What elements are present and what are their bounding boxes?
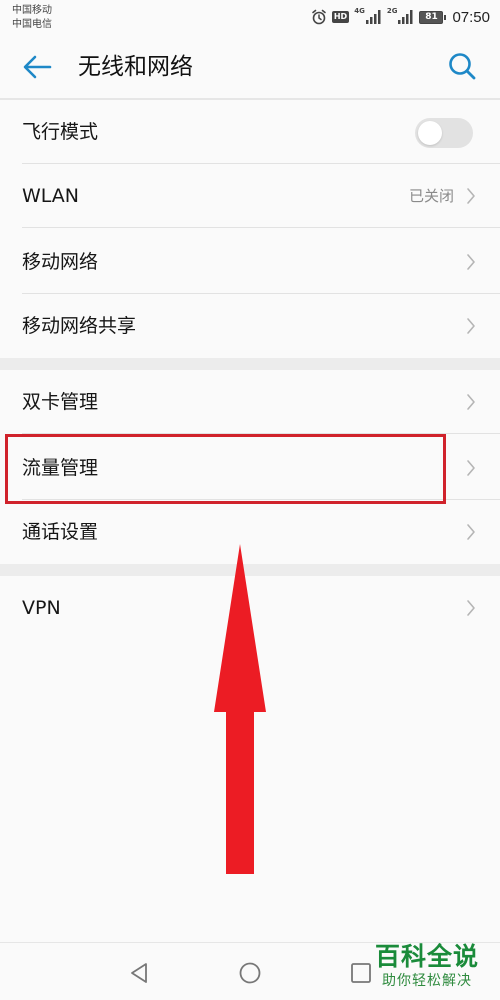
network-type-1: 4G — [354, 7, 365, 15]
wlan-status: 已关闭 — [408, 187, 454, 205]
search-icon — [449, 53, 476, 80]
battery-icon: 81 — [419, 10, 447, 24]
vpn-label: VPN — [22, 597, 61, 619]
search-button[interactable] — [446, 50, 478, 82]
dual-sim-row[interactable]: 双卡管理 — [0, 370, 500, 434]
tethering-label: 移动网络共享 — [22, 315, 137, 337]
network-type-2: 2G — [386, 7, 398, 15]
back-button[interactable] — [20, 51, 56, 83]
battery-level: 81 — [425, 11, 438, 22]
mobile-network-row[interactable]: 移动网络 — [0, 230, 500, 294]
watermark: 百科全说 助你轻松解决 — [368, 942, 486, 998]
mobile-network-label: 移动网络 — [22, 251, 99, 273]
status-bar: 中国移动 中国电信 HD 4G 2G 81 07:50 — [0, 0, 500, 36]
alarm-icon — [312, 9, 326, 25]
toggle-knob — [418, 121, 442, 145]
hd-badge: HD — [331, 11, 350, 23]
status-icons: HD 4G 2G 81 07:50 — [311, 7, 490, 26]
carrier-2-label: 中国电信 — [12, 19, 52, 30]
chevron-right-icon — [467, 524, 475, 540]
dual-sim-label: 双卡管理 — [22, 391, 99, 413]
section-divider — [0, 358, 500, 370]
watermark-subtitle: 助你轻松解决 — [382, 973, 472, 989]
call-settings-label: 通话设置 — [22, 521, 99, 543]
chevron-right-icon — [467, 318, 475, 334]
settings-screen: 中国移动 中国电信 HD 4G 2G 81 07:50 无线和网络 飞行模式 W… — [0, 0, 500, 1000]
wlan-label: WLAN — [22, 185, 80, 207]
tethering-row[interactable]: 移动网络共享 — [0, 294, 500, 358]
clock: 07:50 — [452, 8, 490, 26]
carrier-1-label: 中国移动 — [12, 5, 52, 16]
chevron-right-icon — [467, 600, 475, 616]
page-title: 无线和网络 — [78, 54, 193, 80]
chevron-right-icon — [467, 394, 475, 410]
signal-icon-2 — [398, 10, 413, 24]
home-circle-icon[interactable] — [238, 961, 262, 985]
app-bar: 无线和网络 — [0, 36, 500, 98]
watermark-title: 百科全说 — [374, 942, 479, 971]
back-triangle-icon[interactable] — [127, 961, 151, 985]
back-arrow-icon — [23, 55, 52, 79]
red-arrow-annotation — [214, 544, 266, 874]
chevron-right-icon — [467, 460, 475, 476]
highlight-box — [5, 434, 446, 504]
signal-icon — [365, 10, 381, 24]
row-divider — [22, 227, 500, 228]
chevron-right-icon — [467, 254, 475, 270]
airplane-mode-toggle[interactable] — [415, 118, 473, 148]
airplane-mode-label: 飞行模式 — [22, 121, 99, 143]
chevron-right-icon — [467, 188, 475, 204]
wlan-row[interactable]: WLAN 已关闭 — [0, 164, 500, 228]
airplane-mode-row[interactable]: 飞行模式 — [0, 100, 500, 164]
